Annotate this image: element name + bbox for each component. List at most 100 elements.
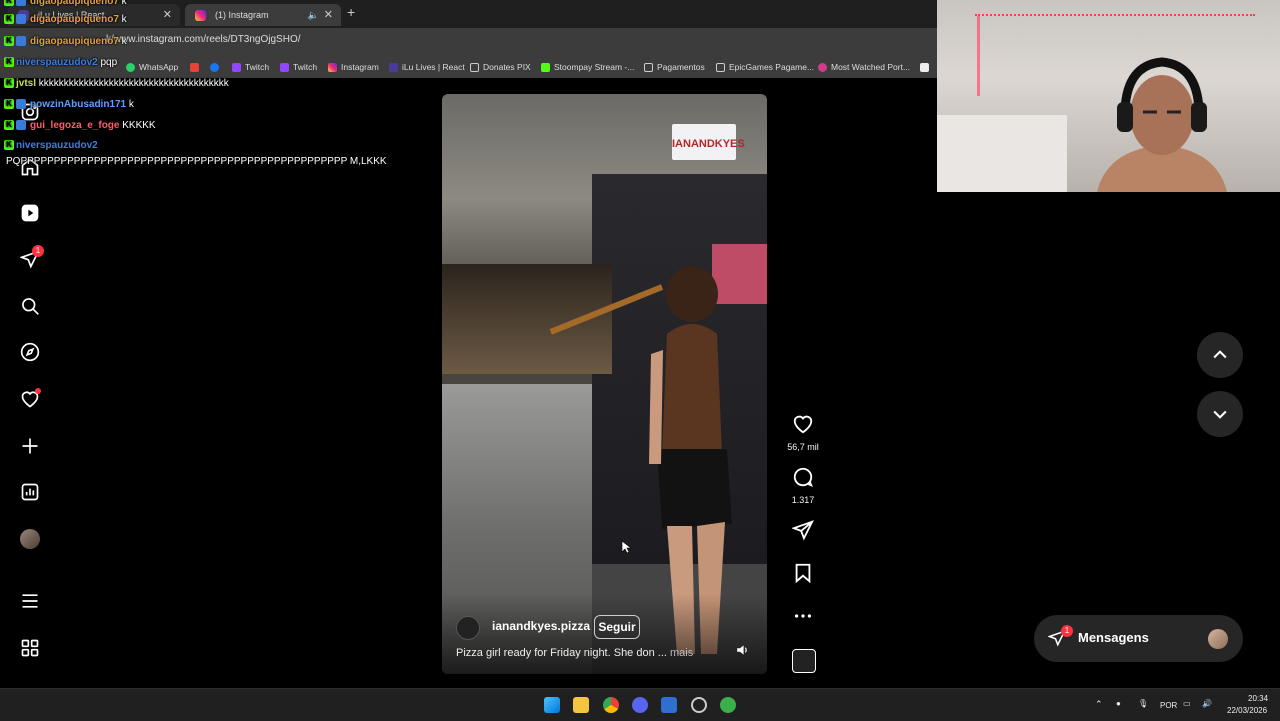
follow-button[interactable]: Seguir [594, 615, 640, 639]
volume-icon[interactable] [736, 644, 750, 656]
site-icon [818, 63, 827, 73]
heart-icon [793, 415, 813, 434]
facebook-icon[interactable] [210, 56, 223, 78]
messages-button[interactable]: 1 Mensagens [1034, 615, 1243, 662]
chevron-up-icon[interactable]: ⌃ [1095, 699, 1103, 710]
more-link[interactable]: mais [670, 647, 693, 659]
next-reel-button[interactable] [1197, 391, 1243, 437]
windows-start-icon[interactable] [544, 697, 560, 713]
bookmark-whatsapp[interactable]: WhatsApp [126, 56, 178, 78]
tab-instagram[interactable]: (1) Instagram ✕ 🔈 [185, 4, 341, 26]
ilu-icon [389, 63, 398, 73]
notifications-icon[interactable] [20, 388, 41, 409]
browser-tab-bar: iLu Lives | React ✕ (1) Instagram ✕ 🔈 + [0, 0, 940, 28]
bookmark-most-watched[interactable]: Most Watched Port... [818, 56, 910, 78]
address-bar[interactable]: k/www.instagram.com/reels/DT3ngOjgSHO/ [0, 28, 940, 56]
more-options-button[interactable] [790, 605, 816, 632]
chat-message: Kdigaopaupiqueno7 k [4, 14, 127, 25]
twitch-icon [232, 63, 241, 73]
direct-badge: 1 [32, 245, 44, 257]
clock-date[interactable]: 22/03/2026 [1227, 706, 1267, 715]
app-icon[interactable] [661, 697, 677, 713]
chat-message: Kjvtsl kkkkkkkkkkkkkkkkkkkkkkkkkkkkkkkkk… [4, 78, 229, 89]
chevron-up-icon [1213, 350, 1227, 359]
volume-icon[interactable]: 🔊 [1202, 699, 1212, 708]
xbox-icon[interactable] [720, 697, 736, 713]
messages-label: Mensagens [1078, 630, 1149, 645]
like-button[interactable]: 56,7 mil [787, 413, 819, 452]
network-icon[interactable]: ▭ [1183, 699, 1191, 708]
twitch-icon [280, 63, 289, 73]
close-icon[interactable]: ✕ [324, 4, 333, 26]
windows-taskbar: ⌃ ● 🎙 POR ▭ 🔊 20:34 22/03/2026 [0, 688, 1280, 721]
previous-reel-button[interactable] [1197, 332, 1243, 378]
chevron-down-icon [1213, 410, 1227, 419]
chat-message: Kgui_legoza_e_foge KKKKK [4, 120, 156, 131]
reel-caption[interactable]: Pizza girl ready for Friday night. She d… [456, 647, 693, 659]
chat-message: Kdigaopaupiqueno7 k [4, 0, 127, 7]
folder-icon [716, 63, 725, 73]
clock-time[interactable]: 20:34 [1248, 694, 1268, 703]
comment-count: 1.317 [791, 495, 815, 505]
chat-message: Kdigaopaupiqueno7 k [4, 36, 127, 47]
discord-tray-icon[interactable]: ● [1116, 699, 1121, 708]
comment-button[interactable]: 1.317 [790, 466, 816, 505]
bookmark-pagamentos[interactable]: Pagamentos [644, 56, 705, 78]
license-plate-sign: IANANDKYES [672, 124, 745, 160]
send-icon [791, 520, 814, 541]
bookmark-stoompay[interactable]: Stoompay Stream -... [541, 56, 634, 78]
reels-icon[interactable] [20, 203, 40, 223]
mouse-cursor-icon [621, 540, 631, 554]
chat-message: KpowzinAbusadin171 k [4, 99, 134, 110]
chrome-icon[interactable] [603, 697, 619, 713]
like-count: 56,7 mil [787, 442, 819, 452]
direct-icon[interactable]: 1 [19, 245, 44, 269]
red-light-strip [977, 16, 980, 96]
bookmark-twitch-1[interactable]: Twitch [232, 56, 269, 78]
bookmarks-bar: WhatsApp Twitch Twitch Instagram iLu Liv… [0, 56, 940, 78]
bookmark-ilu[interactable]: iLu Lives | React [389, 56, 465, 78]
bookmark-icon [795, 563, 811, 584]
obs-icon[interactable] [691, 697, 707, 713]
file-explorer-icon[interactable] [573, 697, 589, 713]
discord-icon[interactable] [632, 697, 648, 713]
chat-message: Kniverspauzudov2 [4, 140, 98, 151]
bookmark-instagram[interactable]: Instagram [328, 56, 379, 78]
explore-icon[interactable] [20, 342, 40, 362]
comment-icon [793, 467, 813, 487]
more-icon[interactable] [20, 638, 40, 658]
gmail-icon[interactable] [190, 56, 203, 78]
url-text[interactable]: k/www.instagram.com/reels/DT3ngOjgSHO/ [106, 34, 301, 45]
chat-message-text: PQPPPPPPPPPPPPPPPPPPPPPPPPPPPPPPPPPPPPPP… [6, 156, 387, 167]
mic-icon[interactable]: 🎙 [1138, 699, 1148, 708]
tiktok-icon[interactable] [920, 56, 933, 78]
instagram-icon [328, 63, 337, 73]
save-button[interactable] [790, 562, 816, 589]
chat-message: Kniverspauzudov2 pqp [4, 57, 117, 68]
language-indicator[interactable]: POR [1160, 701, 1177, 710]
menu-icon[interactable] [20, 591, 40, 611]
account-username[interactable]: ianandkyes.pizza [492, 619, 590, 633]
tab-label: (1) Instagram [215, 10, 269, 20]
kick-icon [541, 63, 550, 73]
dashboard-icon[interactable] [20, 482, 40, 502]
close-icon[interactable]: ✕ [163, 4, 172, 26]
folder-icon [470, 63, 479, 73]
share-button[interactable] [790, 519, 816, 546]
webcam-overlay [937, 0, 1280, 192]
bookmark-epicgames[interactable]: EpicGames Pagame... [716, 56, 814, 78]
audio-thumbnail[interactable] [792, 649, 816, 673]
avatar [1208, 629, 1228, 649]
reel-video[interactable]: IANANDKYES ianandkyes.pizza Seguir Pizza… [442, 94, 767, 674]
messages-badge: 1 [1061, 625, 1073, 637]
speaker-icon[interactable]: 🔈 [308, 4, 319, 26]
instagram-icon [195, 10, 206, 21]
bookmark-donates[interactable]: Donates PIX [470, 56, 531, 78]
new-tab-button[interactable]: + [347, 4, 355, 20]
account-avatar[interactable] [456, 616, 480, 640]
search-icon[interactable] [20, 296, 40, 316]
create-icon[interactable] [20, 436, 40, 456]
string-lights [975, 14, 1255, 18]
profile-avatar[interactable] [20, 529, 40, 549]
bookmark-twitch-2[interactable]: Twitch [280, 56, 317, 78]
